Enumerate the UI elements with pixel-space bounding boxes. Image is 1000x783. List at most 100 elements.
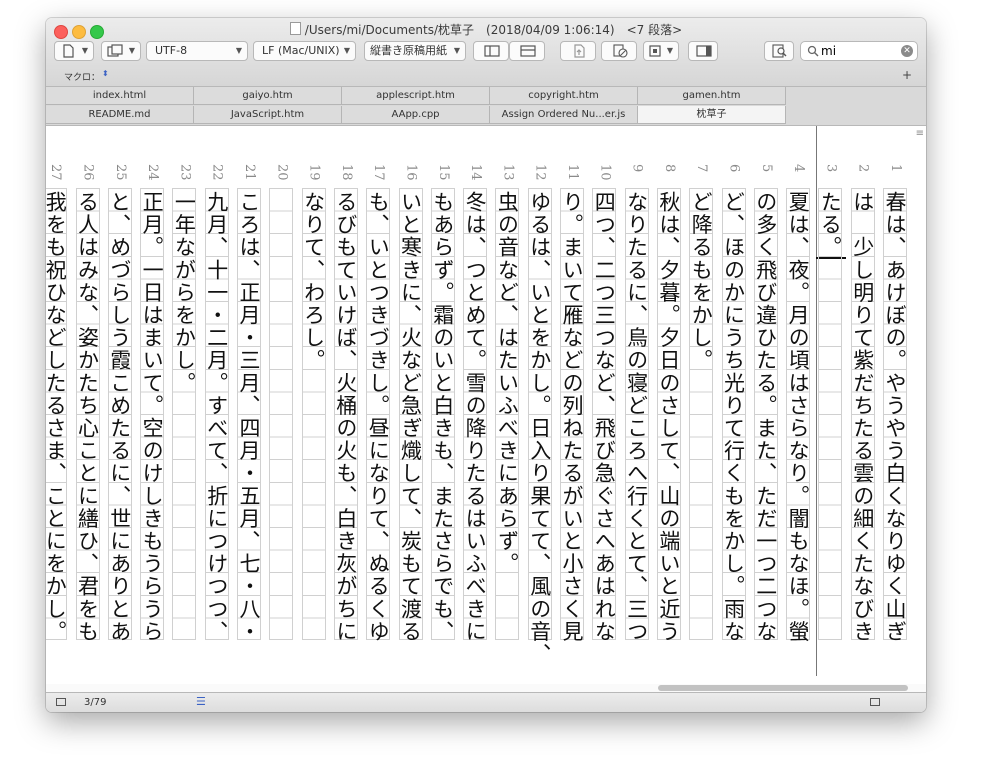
text-column[interactable]: 5 の多く飛び違ひたる。また、ただ一つ二つな bbox=[751, 126, 781, 684]
text-column[interactable]: 15 もあらず。霜のいと白きも、またさらでも、 bbox=[428, 126, 458, 684]
chevron-down-icon: ▼ bbox=[666, 46, 673, 55]
tab[interactable]: Assign Ordered Nu...er.js bbox=[490, 106, 638, 124]
tab[interactable]: applescript.htm bbox=[342, 87, 490, 105]
line-text: 九月、十一・二月。すべて、折につけつつ、 bbox=[204, 191, 229, 643]
line-text: り。まいて雁などの列ねたるがいと小さく見 bbox=[560, 191, 584, 643]
toggle-right-panel-icon[interactable] bbox=[870, 698, 880, 706]
split-vertical-button[interactable] bbox=[473, 41, 509, 61]
tab[interactable]: JavaScript.htm bbox=[194, 106, 342, 124]
text-column[interactable]: 21 ころは、正月・三月、四月・五月、七・八・ bbox=[234, 126, 264, 684]
text-column[interactable]: 17 も、いとつきづきし。昼になりて、ぬるくゆ bbox=[363, 126, 393, 684]
line-number: 3 bbox=[823, 164, 839, 173]
line-number: 24 bbox=[145, 164, 161, 181]
text-column[interactable]: 11 り。まいて雁などの列ねたるがいと小さく見 bbox=[557, 126, 587, 684]
line-number: 6 bbox=[726, 164, 742, 173]
search-input[interactable] bbox=[821, 43, 895, 59]
line-text: 我をも祝ひなどしたるさま、ことにをかし。 bbox=[46, 191, 68, 643]
line-text: も、いとつきづきし。昼になりて、ぬるくゆ bbox=[366, 191, 391, 643]
tab[interactable]: gaiyo.htm bbox=[194, 87, 342, 105]
text-column[interactable]: 4 夏は、夜。月の頃はさらなり。闇もなほ。螢 bbox=[783, 126, 813, 684]
text-column[interactable]: 14 冬は、つとめて。雪の降りたるはいふべきに bbox=[460, 126, 490, 684]
text-column[interactable]: 10 四つ、二つ三つなど、飛び急ぐさへあはれな bbox=[589, 126, 619, 684]
windows-icon bbox=[107, 44, 123, 57]
find-document-icon bbox=[772, 44, 787, 58]
text-column[interactable]: 20 bbox=[266, 126, 296, 684]
text-column[interactable]: 25 と、めづらしう霞こめたるに、世にありとあ bbox=[105, 126, 135, 684]
search-field[interactable]: ✕ bbox=[800, 41, 918, 61]
split-handle-icon[interactable]: ≡ bbox=[916, 128, 924, 139]
window-list-button[interactable]: ▼ bbox=[101, 41, 141, 61]
line-text: ど、ほのかにうち光りて行くもをかし。雨な bbox=[721, 191, 746, 643]
line-text: ど降るもをかし。 bbox=[689, 191, 714, 372]
text-column[interactable]: 16 いと寒きに、火など急ぎ熾して、炭もて渡る bbox=[396, 126, 426, 684]
marker-icon bbox=[649, 45, 661, 57]
text-column[interactable]: 7 ど降るもをかし。 bbox=[686, 126, 716, 684]
text-column[interactable]: 27 我をも祝ひなどしたるさま、ことにをかし。 bbox=[46, 126, 70, 684]
line-text: 冬は、つとめて。雪の降りたるはいふべきに bbox=[463, 191, 488, 643]
text-column[interactable]: 22 九月、十一・二月。すべて、折につけつつ、 bbox=[202, 126, 232, 684]
text-column[interactable]: 19 なりて、わろし。 bbox=[299, 126, 329, 684]
list-icon[interactable]: ☰ bbox=[196, 695, 206, 708]
line-text: ころは、正月・三月、四月・五月、七・八・ bbox=[237, 191, 261, 643]
text-column[interactable]: 8 秋は、夕暮。夕日のさして、山の端いと近う bbox=[654, 126, 684, 684]
tab[interactable]: index.html bbox=[46, 87, 194, 105]
upload-button[interactable] bbox=[560, 41, 596, 61]
paper-mode-value: 縦書き原稿用紙 bbox=[370, 44, 447, 57]
text-column[interactable]: 12 ゆるは、いとをかし。日入り果てて、風の音、 bbox=[525, 126, 555, 684]
split-horizontal-button[interactable] bbox=[509, 41, 545, 61]
upload-icon bbox=[574, 44, 585, 58]
split-vertical-icon bbox=[484, 45, 500, 57]
paper-mode-select[interactable]: 縦書き原稿用紙 ▼ bbox=[364, 41, 466, 61]
line-text: 四つ、二つ三つなど、飛び急ぐさへあはれな bbox=[592, 191, 617, 643]
line-text: 虫の音など、はたいふべきにあらず。 bbox=[495, 191, 520, 576]
line-ending-select[interactable]: LF (Mac/UNIX) ▼ bbox=[253, 41, 356, 61]
line-number: 20 bbox=[274, 164, 290, 181]
line-number: 19 bbox=[306, 164, 322, 181]
line-text: 夏は、夜。月の頃はさらなり。闇もなほ。螢 bbox=[786, 191, 811, 643]
encoding-select[interactable]: UTF-8 ▼ bbox=[146, 41, 248, 61]
clear-search-icon[interactable]: ✕ bbox=[901, 45, 913, 57]
line-number: 26 bbox=[80, 164, 96, 181]
line-number: 12 bbox=[532, 164, 548, 181]
text-column[interactable]: 2 は 少し明りて紫だちたる雲の細くたなびき bbox=[848, 126, 878, 684]
text-column[interactable]: 13 虫の音など、はたいふべきにあらず。 bbox=[492, 126, 522, 684]
vertical-text-editor[interactable]: ≡ 1 春は、あけぼの。やうやう白くなりゆく山ぎ 2 は 少し明りて紫だちたる雲の細く… bbox=[46, 126, 926, 684]
horizontal-scrollbar[interactable] bbox=[46, 684, 926, 692]
line-number: 13 bbox=[500, 164, 516, 181]
editor-window: /Users/mi/Documents/枕草子 (2018/04/09 1:06… bbox=[46, 18, 926, 712]
tab[interactable]: copyright.htm bbox=[490, 87, 638, 105]
line-text: る人はみな、姿かたち心ことに繕ひ、君をも bbox=[75, 191, 100, 643]
sidebar-toggle-button[interactable] bbox=[688, 41, 718, 61]
line-text: なりて、わろし。 bbox=[301, 191, 326, 372]
add-tab-icon[interactable]: + bbox=[902, 68, 912, 82]
tab[interactable]: README.md bbox=[46, 106, 194, 124]
line-number: 8 bbox=[661, 164, 677, 173]
text-column[interactable]: 9 なりたるに、烏の寝どころへ行くとて、三つ bbox=[622, 126, 652, 684]
no-entry-button[interactable] bbox=[601, 41, 637, 61]
macro-select-icon[interactable]: ⬍ bbox=[102, 69, 109, 78]
text-column[interactable]: 24 正月。一日はまいて。空のけしきもうらうら bbox=[137, 126, 167, 684]
text-column[interactable]: 3 たる。 bbox=[815, 126, 845, 684]
chevron-down-icon: ▼ bbox=[81, 46, 88, 55]
marker-button[interactable]: ▼ bbox=[643, 41, 679, 61]
tab-active[interactable]: 枕草子 bbox=[638, 106, 786, 124]
scrollbar-thumb[interactable] bbox=[658, 685, 908, 691]
line-text: と、めづらしう霞こめたるに、世にありとあ bbox=[107, 191, 132, 643]
titlebar: /Users/mi/Documents/枕草子 (2018/04/09 1:06… bbox=[46, 18, 926, 87]
line-ending-value: LF (Mac/UNIX) bbox=[262, 44, 340, 57]
tab[interactable]: gamen.htm bbox=[638, 87, 786, 105]
tab[interactable]: AApp.cpp bbox=[342, 106, 490, 124]
status-bar: 3/79 ☰ bbox=[46, 692, 926, 712]
line-number: 10 bbox=[597, 164, 613, 181]
new-document-button[interactable]: ▼ bbox=[54, 41, 94, 61]
line-text: 春は、あけぼの。やうやう白くなりゆく山ぎ bbox=[883, 191, 907, 643]
line-text: たる。 bbox=[818, 191, 843, 259]
text-column[interactable]: 6 ど、ほのかにうち光りて行くもをかし。雨な bbox=[719, 126, 749, 684]
toggle-left-panel-icon[interactable] bbox=[56, 698, 66, 706]
text-column[interactable]: 26 る人はみな、姿かたち心ことに繕ひ、君をも bbox=[73, 126, 103, 684]
text-column[interactable]: 1 春は、あけぼの。やうやう白くなりゆく山ぎ bbox=[880, 126, 910, 684]
find-in-document-button[interactable] bbox=[764, 41, 794, 61]
text-column[interactable]: 18 るびもていけば、火桶の火も、白き灰がちに bbox=[331, 126, 361, 684]
line-number: 27 bbox=[48, 164, 64, 181]
text-column[interactable]: 23 一年ながらをかし。 bbox=[169, 126, 199, 684]
